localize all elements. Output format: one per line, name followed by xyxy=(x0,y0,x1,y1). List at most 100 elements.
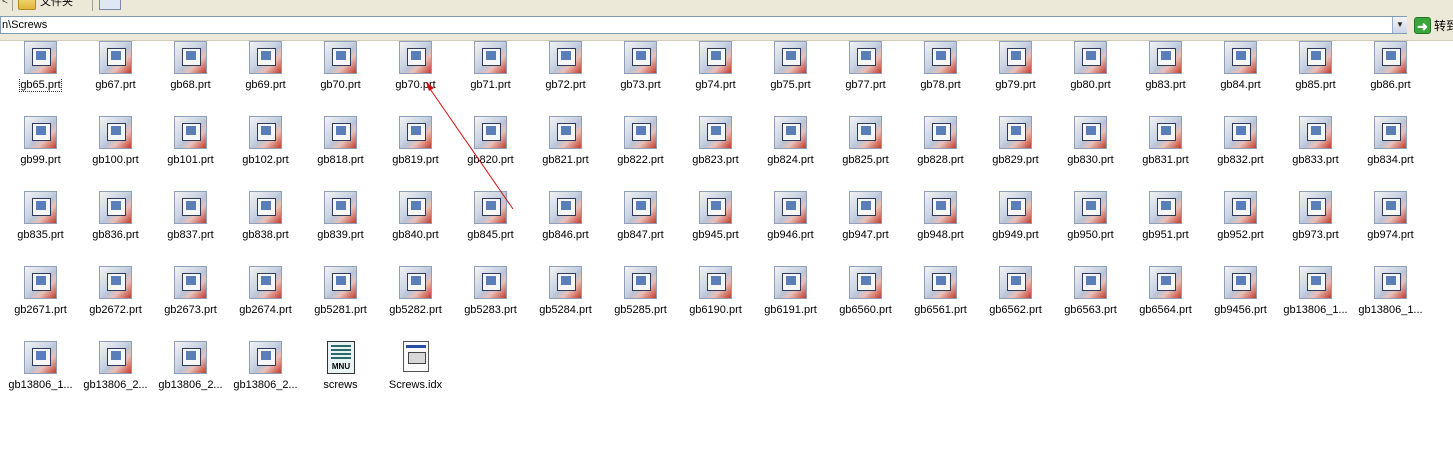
file-item[interactable]: gb13806_1... xyxy=(1278,266,1353,336)
file-item[interactable]: gb835.prt xyxy=(3,191,78,261)
file-item[interactable]: gb13806_2... xyxy=(153,341,228,411)
file-item[interactable]: gb67.prt xyxy=(78,41,153,111)
go-button[interactable]: ➜ 转到 xyxy=(1414,15,1453,36)
file-item[interactable]: gb836.prt xyxy=(78,191,153,261)
file-item[interactable]: gb5281.prt xyxy=(303,266,378,336)
file-item[interactable]: gb822.prt xyxy=(603,116,678,186)
file-item[interactable]: gb974.prt xyxy=(1353,191,1428,261)
file-item[interactable]: gb101.prt xyxy=(153,116,228,186)
file-item[interactable]: gb79.prt xyxy=(978,41,1053,111)
views-icon[interactable] xyxy=(99,0,121,10)
file-item[interactable]: gb65.prt xyxy=(3,41,78,111)
file-item[interactable]: gb6563.prt xyxy=(1053,266,1128,336)
file-item[interactable]: gb846.prt xyxy=(528,191,603,261)
file-item[interactable]: gb102.prt xyxy=(228,116,303,186)
file-item[interactable]: gb78.prt xyxy=(903,41,978,111)
part-file-icon xyxy=(474,41,507,74)
file-item[interactable]: gb72.prt xyxy=(528,41,603,111)
file-item[interactable]: gb83.prt xyxy=(1128,41,1203,111)
file-item[interactable]: gb70.prt xyxy=(378,41,453,111)
file-item[interactable]: gb839.prt xyxy=(303,191,378,261)
file-item[interactable]: gb100.prt xyxy=(78,116,153,186)
address-input[interactable]: n\Screws xyxy=(0,16,1407,34)
file-item[interactable]: gb845.prt xyxy=(453,191,528,261)
part-file-icon xyxy=(549,191,582,224)
file-name-label: gb101.prt xyxy=(167,154,214,166)
file-item[interactable]: gb6561.prt xyxy=(903,266,978,336)
file-item[interactable]: gb833.prt xyxy=(1278,116,1353,186)
file-item[interactable]: gb830.prt xyxy=(1053,116,1128,186)
file-item[interactable]: gb13806_2... xyxy=(78,341,153,411)
file-item[interactable]: gb68.prt xyxy=(153,41,228,111)
file-item[interactable]: gb75.prt xyxy=(753,41,828,111)
file-item[interactable]: gb5283.prt xyxy=(453,266,528,336)
back-arrow-icon[interactable]: < xyxy=(2,0,8,7)
file-list[interactable]: gb65.prt gb67.prt gb68.prt gb69.prt gb70.prt… xyxy=(0,41,1453,456)
file-item[interactable]: gb834.prt xyxy=(1353,116,1428,186)
file-item[interactable]: gb831.prt xyxy=(1128,116,1203,186)
file-item[interactable]: gb838.prt xyxy=(228,191,303,261)
file-item[interactable]: gb837.prt xyxy=(153,191,228,261)
file-item[interactable]: gb840.prt xyxy=(378,191,453,261)
file-item[interactable]: gb947.prt xyxy=(828,191,903,261)
file-item[interactable]: gb80.prt xyxy=(1053,41,1128,111)
part-file-icon xyxy=(849,116,882,149)
file-item[interactable]: gb948.prt xyxy=(903,191,978,261)
part-file-icon xyxy=(1374,116,1407,149)
file-item[interactable]: gb6191.prt xyxy=(753,266,828,336)
file-item[interactable]: gb829.prt xyxy=(978,116,1053,186)
part-file-icon xyxy=(249,41,282,74)
file-item[interactable]: gb952.prt xyxy=(1203,191,1278,261)
file-item[interactable]: gb2671.prt xyxy=(3,266,78,336)
file-name-label: gb6563.prt xyxy=(1064,304,1117,316)
file-item[interactable]: gb74.prt xyxy=(678,41,753,111)
file-item[interactable]: gb847.prt xyxy=(603,191,678,261)
file-name-label: gb80.prt xyxy=(1070,79,1111,91)
file-item[interactable]: gb71.prt xyxy=(453,41,528,111)
file-item[interactable]: gb821.prt xyxy=(528,116,603,186)
file-name-label: gb840.prt xyxy=(392,229,439,241)
file-item[interactable]: gb2672.prt xyxy=(78,266,153,336)
file-item[interactable]: gb6562.prt xyxy=(978,266,1053,336)
part-file-icon xyxy=(1224,116,1257,149)
file-item[interactable]: gb819.prt xyxy=(378,116,453,186)
file-item[interactable]: gb950.prt xyxy=(1053,191,1128,261)
file-item[interactable]: gb13806_2... xyxy=(228,341,303,411)
file-item[interactable]: gb818.prt xyxy=(303,116,378,186)
file-item[interactable]: gb2674.prt xyxy=(228,266,303,336)
file-item[interactable]: gb973.prt xyxy=(1278,191,1353,261)
file-item[interactable]: gb73.prt xyxy=(603,41,678,111)
file-item[interactable]: Screws.idx xyxy=(378,341,453,411)
file-item[interactable]: gb86.prt xyxy=(1353,41,1428,111)
file-item[interactable]: gb6564.prt xyxy=(1128,266,1203,336)
file-item[interactable]: gb85.prt xyxy=(1278,41,1353,111)
file-item[interactable]: gb951.prt xyxy=(1128,191,1203,261)
file-item[interactable]: gb5284.prt xyxy=(528,266,603,336)
file-item[interactable]: gb84.prt xyxy=(1203,41,1278,111)
folders-button-label[interactable]: 文件夹 xyxy=(40,0,73,9)
chevron-down-icon[interactable]: ▼ xyxy=(1392,17,1407,33)
file-item[interactable]: gb5285.prt xyxy=(603,266,678,336)
file-item[interactable]: gb6190.prt xyxy=(678,266,753,336)
file-item[interactable]: gb824.prt xyxy=(753,116,828,186)
file-item[interactable]: gb823.prt xyxy=(678,116,753,186)
file-item[interactable]: gb77.prt xyxy=(828,41,903,111)
file-item[interactable]: gb949.prt xyxy=(978,191,1053,261)
file-item[interactable]: gb945.prt xyxy=(678,191,753,261)
file-item[interactable]: gb13806_1... xyxy=(3,341,78,411)
file-item[interactable]: gb946.prt xyxy=(753,191,828,261)
file-item[interactable]: gb820.prt xyxy=(453,116,528,186)
file-item[interactable]: gb70.prt xyxy=(303,41,378,111)
file-item[interactable]: gb832.prt xyxy=(1203,116,1278,186)
file-item[interactable]: gb825.prt xyxy=(828,116,903,186)
file-item[interactable]: MNU screws xyxy=(303,341,378,411)
folder-icon[interactable] xyxy=(18,0,36,10)
file-item[interactable]: gb9456.prt xyxy=(1203,266,1278,336)
file-item[interactable]: gb2673.prt xyxy=(153,266,228,336)
file-item[interactable]: gb828.prt xyxy=(903,116,978,186)
file-item[interactable]: gb5282.prt xyxy=(378,266,453,336)
file-item[interactable]: gb69.prt xyxy=(228,41,303,111)
file-item[interactable]: gb99.prt xyxy=(3,116,78,186)
file-item[interactable]: gb6560.prt xyxy=(828,266,903,336)
file-item[interactable]: gb13806_1... xyxy=(1353,266,1428,336)
